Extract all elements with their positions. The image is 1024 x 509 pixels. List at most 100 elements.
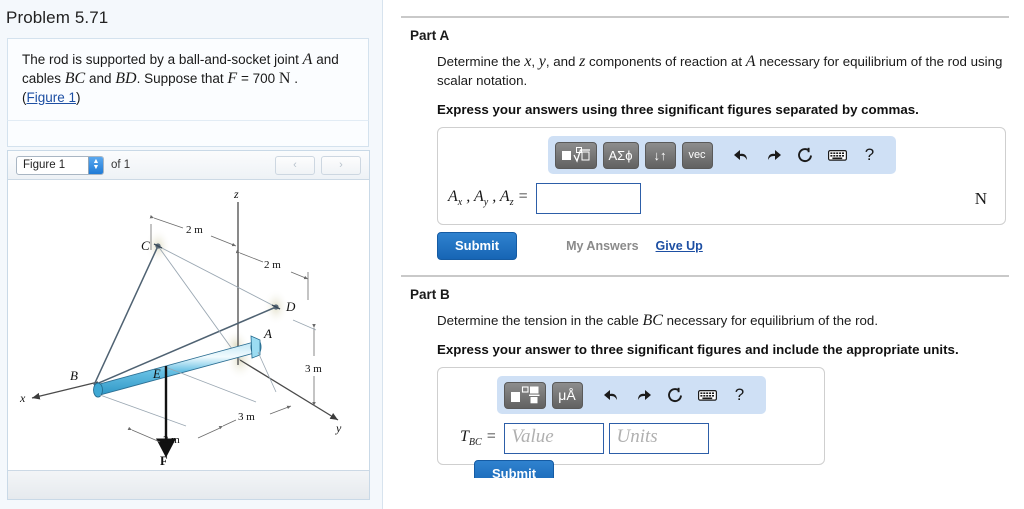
- template-radical-button[interactable]: [554, 141, 597, 169]
- part-b-value-input[interactable]: [504, 423, 605, 454]
- part-a-my-answers-link[interactable]: My Answers: [566, 239, 638, 253]
- divider-part-b: [401, 275, 1009, 277]
- label-t-sub: BC: [468, 437, 482, 449]
- point-label-c: C: [141, 238, 150, 253]
- axis-label-x: x: [19, 391, 26, 405]
- statement-cable-bd: BD: [115, 70, 137, 87]
- keyboard-icon[interactable]: [825, 149, 851, 162]
- part-b-answer-row: TBC =: [448, 423, 814, 454]
- part-a-submit-button[interactable]: Submit: [437, 232, 518, 260]
- help-icon[interactable]: ?: [857, 145, 883, 165]
- force-label-f: F: [160, 454, 168, 468]
- figure-count-label: of 1: [111, 159, 131, 171]
- part-b-question: Determine the tension in the cable BC ne…: [437, 311, 1006, 330]
- dimension-label-2m-cz: 2 m: [186, 224, 203, 236]
- arrows-button[interactable]: ↓↑: [644, 141, 676, 169]
- undo-arrow-icon[interactable]: [729, 148, 755, 163]
- statement-point-a: A: [302, 51, 313, 68]
- rod-cable-diagram: z y x 2 m 2 m 3 m F E 3 m 3 m C D B A: [19, 187, 342, 468]
- figure-select-arrows-icon: ▲ ▼: [88, 156, 103, 174]
- figure-nav-buttons: ‹ ›: [275, 155, 361, 175]
- part-b-units-input[interactable]: [609, 423, 710, 454]
- label-az: A: [499, 188, 510, 206]
- units-button[interactable]: μÅ: [551, 381, 583, 409]
- part-b-answer-box: μÅ ? TBC = Value Units Submit: [437, 367, 825, 478]
- label-comma-1: ,: [462, 188, 474, 206]
- figure-select[interactable]: Figure 1 ▲ ▼: [16, 155, 104, 175]
- label-equals: =: [513, 188, 529, 206]
- dimension-label-3m-ae: 3 m: [238, 411, 255, 423]
- statement-text-and: and: [85, 71, 116, 86]
- part-a-answer-box: ΑΣϕ ↓↑ vec ? Ax , Ay , Az = N: [437, 127, 1006, 225]
- redo-arrow-icon[interactable]: [761, 148, 787, 163]
- statement-force-value: = 700: [237, 71, 279, 86]
- page-title: Problem 5.71: [6, 8, 109, 27]
- label-ay: A: [473, 188, 484, 206]
- part-a-q-c2: , and: [545, 54, 580, 69]
- statement-force-f: F: [227, 70, 238, 87]
- template-fraction-icon: [510, 386, 539, 404]
- answer-panel: Part A Determine the x, y, and z compone…: [383, 0, 1024, 509]
- reset-circle-icon[interactable]: [793, 147, 819, 163]
- part-b-math-toolbar: μÅ ?: [496, 376, 766, 414]
- undo-arrow-icon[interactable]: [599, 388, 625, 403]
- template-radical-icon: [561, 146, 590, 163]
- part-a-answer-label: Ax , Ay , Az =: [448, 188, 528, 208]
- part-b-submit-button[interactable]: Submit: [474, 460, 554, 478]
- part-b-submit-clip: Submit: [474, 460, 554, 478]
- label-ax: A: [448, 188, 458, 206]
- vector-button[interactable]: vec: [681, 141, 713, 169]
- part-b-body: Determine the tension in the cable BC ne…: [437, 311, 1006, 478]
- part-a-var-y: y: [538, 53, 546, 70]
- part-a-q-c1: ,: [531, 54, 539, 69]
- problem-panel: Problem 5.71 The rod is supported by a b…: [0, 0, 383, 509]
- part-a-unit-label: N: [974, 188, 987, 208]
- label-comma-2: ,: [488, 188, 500, 206]
- figure-prev-button[interactable]: ‹: [275, 155, 315, 175]
- point-label-e: E: [152, 367, 161, 381]
- statement-period: .: [290, 71, 298, 86]
- figure-next-button[interactable]: ›: [321, 155, 361, 175]
- template-fraction-button[interactable]: [503, 381, 546, 409]
- figure-toolbar: Figure 1 ▲ ▼ of 1 ‹ ›: [8, 151, 369, 180]
- part-a-point-a: A: [745, 53, 756, 70]
- divider-top: [401, 16, 1009, 18]
- point-label-b: B: [70, 368, 78, 383]
- label-t: T: [460, 428, 469, 446]
- part-b-instruction: Express your answer to three significant…: [437, 342, 959, 357]
- part-a-q-pre: Determine the: [437, 54, 525, 69]
- statement-text-pre: The rod is supported by a ball-and-socke…: [22, 52, 303, 67]
- part-a-question: Determine the x, y, and z components of …: [437, 52, 1006, 90]
- figure-canvas: z y x 2 m 2 m 3 m F E 3 m 3 m C D B A: [8, 180, 369, 470]
- part-a-instruction: Express your answers using three signifi…: [437, 102, 919, 117]
- part-a-give-up-link[interactable]: Give Up: [656, 239, 703, 253]
- statement-text-suppose: . Suppose that: [136, 71, 228, 86]
- keyboard-icon[interactable]: [695, 389, 721, 402]
- part-b-cable-bc: BC: [642, 312, 663, 329]
- dimension-label-2m-zd: 2 m: [264, 259, 281, 271]
- help-icon[interactable]: ?: [727, 385, 753, 405]
- figure-link-close-paren: ): [76, 90, 81, 105]
- figure-footer-bar: [8, 470, 369, 499]
- statement-spacer-box: [7, 120, 369, 147]
- statement-cable-bc: BC: [64, 70, 86, 87]
- axis-label-z: z: [233, 187, 239, 201]
- statement-unit-newton: N: [278, 70, 291, 87]
- figure-1-link[interactable]: Figure 1: [27, 90, 77, 105]
- reset-circle-icon[interactable]: [663, 387, 689, 403]
- redo-arrow-icon[interactable]: [631, 388, 657, 403]
- part-a-answer-input[interactable]: [536, 183, 642, 214]
- page-root: Problem 5.71 The rod is supported by a b…: [0, 0, 1024, 509]
- part-a-q-mid: components of reaction at: [585, 54, 746, 69]
- part-b-answer-label: TBC =: [460, 428, 496, 448]
- point-label-a: A: [263, 326, 272, 341]
- part-a-body: Determine the x, y, and z components of …: [437, 52, 1006, 260]
- dimension-label-3m-be: 3 m: [163, 434, 180, 446]
- greek-symbols-button[interactable]: ΑΣϕ: [602, 141, 639, 169]
- part-a-math-toolbar: ΑΣϕ ↓↑ vec ?: [547, 136, 896, 174]
- point-label-d: D: [285, 299, 296, 314]
- dimension-label-3m-d: 3 m: [305, 363, 322, 375]
- figure-frame: Figure 1 ▲ ▼ of 1 ‹ › z y x 2 m 2 m 3 m …: [7, 150, 370, 500]
- figure-select-value: Figure 1: [23, 159, 66, 171]
- part-b-heading: Part B: [410, 287, 450, 302]
